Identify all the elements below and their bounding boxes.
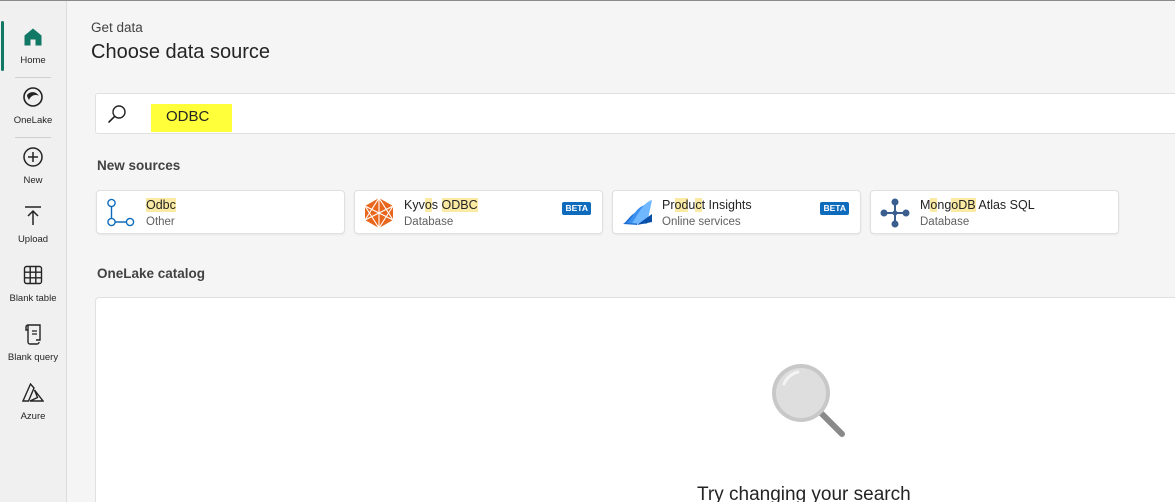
search-match-highlight: oDB <box>951 198 976 212</box>
nav-azure[interactable]: Azure <box>0 373 66 429</box>
odbc-icon <box>105 198 137 228</box>
search-input[interactable] <box>166 103 566 129</box>
nav-home[interactable]: Home <box>0 17 66 73</box>
source-name-text: t Insights <box>701 198 752 212</box>
source-category: Database <box>920 216 970 228</box>
nav-blank-query-label: Blank query <box>7 352 59 363</box>
left-nav-rail: Home OneLake New Upload Blank table Blan… <box>0 1 67 502</box>
breadcrumb: Get data <box>91 20 143 35</box>
nav-onelake[interactable]: OneLake <box>0 77 66 133</box>
mongodb-atlas-icon <box>879 198 911 228</box>
onelake-icon <box>21 85 45 109</box>
nav-blank-table[interactable]: Blank table <box>0 255 66 311</box>
home-icon <box>21 25 45 49</box>
source-name-text: M <box>920 198 931 212</box>
table-icon <box>21 263 45 287</box>
nav-azure-label: Azure <box>20 411 46 422</box>
search-match-highlight: Odbc <box>146 198 176 212</box>
onelake-catalog-panel: Try changing your search <box>95 297 1175 502</box>
empty-state-message: Try changing your search <box>697 484 911 502</box>
page-title: Choose data source <box>91 41 271 63</box>
source-category: Online services <box>662 216 741 228</box>
source-category: Other <box>146 216 175 228</box>
onelake-catalog-heading: OneLake catalog <box>97 266 206 281</box>
empty-search-icon <box>768 360 848 445</box>
upload-icon <box>21 204 45 228</box>
source-card-mongodb-atlas-sql[interactable]: MongoDB Atlas SQL Database <box>870 190 1119 234</box>
search-match-highlight: o <box>424 198 432 212</box>
source-name: MongoDB Atlas SQL <box>920 198 1035 212</box>
source-name-text: Atlas SQL <box>975 198 1035 212</box>
source-name: Kyvos ODBC <box>404 198 478 212</box>
source-category: Database <box>404 216 454 228</box>
kyvos-icon <box>363 197 395 229</box>
beta-badge: BETA <box>562 202 591 215</box>
nav-new-label: New <box>23 175 43 186</box>
source-name-text: Kyv <box>404 198 425 212</box>
source-name-text: Pr <box>662 198 675 212</box>
source-card-odbc[interactable]: Odbc Other <box>96 190 345 234</box>
source-name-text: ng <box>937 198 952 212</box>
source-card-product-insights[interactable]: Product Insights Online services BETA <box>612 190 861 234</box>
search-icon <box>107 104 127 129</box>
product-insights-icon <box>621 198 653 228</box>
nav-upload[interactable]: Upload <box>0 196 66 252</box>
nav-blank-table-label: Blank table <box>9 293 57 304</box>
azure-icon <box>21 381 45 405</box>
nav-home-label: Home <box>20 55 46 66</box>
main-panel: Get data Choose data source New sources … <box>68 1 1175 502</box>
source-card-kyvos-odbc[interactable]: Kyvos ODBC Database BETA <box>354 190 603 234</box>
plus-circle-icon <box>21 145 45 169</box>
nav-onelake-label: OneLake <box>13 115 53 126</box>
nav-blank-query[interactable]: Blank query <box>0 314 66 370</box>
search-match-highlight: od <box>674 198 689 212</box>
new-sources-heading: New sources <box>97 158 181 173</box>
source-name-text: s <box>431 198 442 212</box>
nav-new[interactable]: New <box>0 137 66 193</box>
source-name: Odbc <box>146 198 176 212</box>
nav-upload-label: Upload <box>17 234 49 245</box>
search-box[interactable] <box>95 93 1175 134</box>
query-icon <box>21 322 45 346</box>
search-match-highlight: ODBC <box>441 198 478 212</box>
source-name: Product Insights <box>662 198 752 212</box>
beta-badge: BETA <box>820 202 849 215</box>
